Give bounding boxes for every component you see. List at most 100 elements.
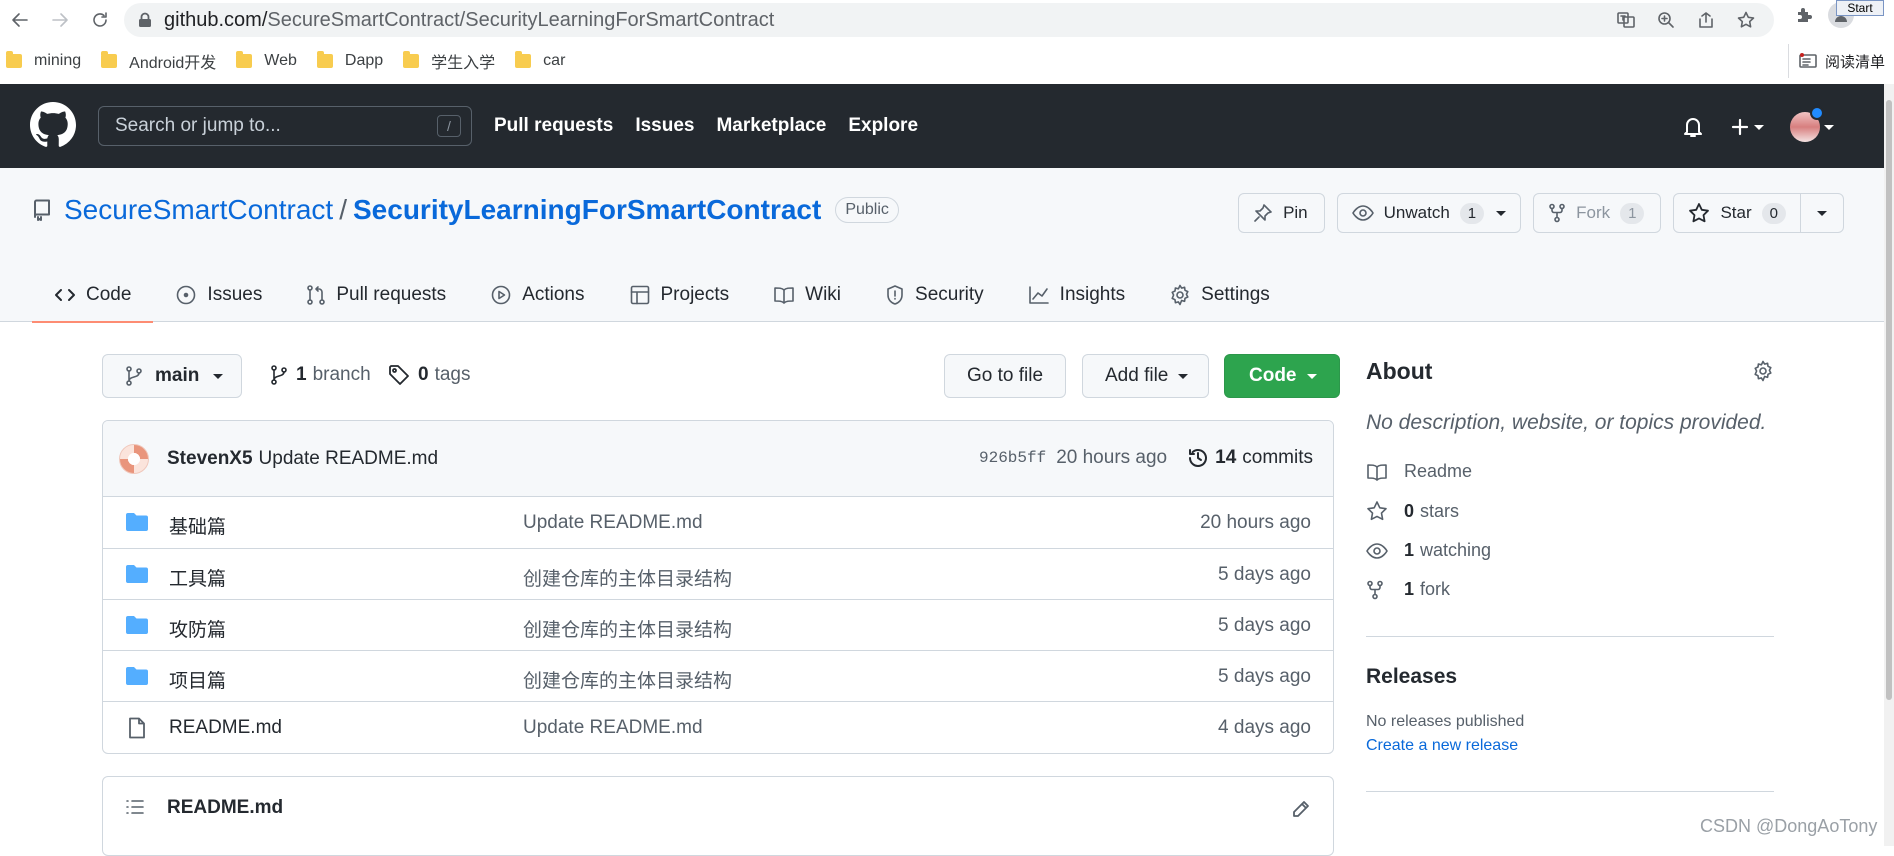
code-button[interactable]: Code bbox=[1224, 354, 1340, 398]
branch-count: 1 bbox=[296, 364, 307, 385]
watching-link[interactable]: 1 watching bbox=[1366, 540, 1774, 561]
translate-icon[interactable] bbox=[1612, 8, 1640, 32]
bookmark-students[interactable]: 学生入学 bbox=[403, 49, 495, 73]
avatar[interactable] bbox=[119, 443, 149, 474]
user-menu[interactable] bbox=[1790, 106, 1834, 142]
file-icon bbox=[125, 717, 149, 739]
commits-link[interactable]: 14 commits bbox=[1187, 447, 1313, 469]
bookmark-car[interactable]: car bbox=[515, 51, 565, 70]
forks-link[interactable]: 1 fork bbox=[1366, 579, 1774, 600]
tab-security[interactable]: Security bbox=[863, 268, 1006, 322]
file-name[interactable]: 基础篇 bbox=[169, 512, 226, 539]
forward-icon[interactable] bbox=[40, 0, 80, 40]
file-commit-message[interactable]: 创建仓库的主体目录结构 bbox=[523, 615, 732, 642]
star-icon bbox=[1688, 202, 1710, 224]
tab-settings[interactable]: Settings bbox=[1147, 268, 1292, 322]
readme-label: Readme bbox=[1404, 461, 1473, 481]
gear-icon bbox=[1169, 284, 1191, 306]
bookmark-android[interactable]: Android开发 bbox=[101, 49, 216, 73]
file-name[interactable]: 攻防篇 bbox=[169, 615, 226, 642]
unwatch-button[interactable]: Unwatch 1 bbox=[1336, 193, 1522, 233]
file-commit-message[interactable]: Update README.md bbox=[523, 512, 703, 534]
bookmark-mining[interactable]: mining bbox=[6, 51, 81, 70]
nav-explore[interactable]: Explore bbox=[848, 115, 918, 137]
branch-selector[interactable]: main bbox=[102, 354, 243, 398]
url-text[interactable]: github.com/SecureSmartContract/SecurityL… bbox=[164, 9, 774, 32]
file-row[interactable]: 项目篇 创建仓库的主体目录结构 5 days ago bbox=[103, 650, 1333, 701]
tab-code[interactable]: Code bbox=[32, 268, 154, 323]
star-list-dropdown[interactable] bbox=[1800, 194, 1843, 232]
fork-button[interactable]: Fork 1 bbox=[1533, 193, 1662, 233]
bookmark-star-icon[interactable] bbox=[1732, 8, 1760, 32]
notification-dot-icon bbox=[1810, 106, 1824, 120]
go-to-file-button[interactable]: Go to file bbox=[944, 354, 1067, 398]
reading-list[interactable]: 阅读清单 bbox=[1788, 44, 1885, 78]
github-logo-icon[interactable] bbox=[30, 102, 76, 148]
file-row[interactable]: 攻防篇 创建仓库的主体目录结构 5 days ago bbox=[103, 599, 1333, 650]
star-label: Star bbox=[1720, 203, 1752, 222]
back-icon[interactable] bbox=[0, 0, 40, 40]
tab-projects[interactable]: Projects bbox=[607, 268, 752, 322]
share-icon[interactable] bbox=[1692, 8, 1720, 32]
tags-link[interactable]: 0 tags bbox=[388, 364, 471, 386]
repo-owner-link[interactable]: SecureSmartContract bbox=[64, 194, 333, 226]
bookmark-dapp[interactable]: Dapp bbox=[316, 51, 383, 70]
bell-icon[interactable] bbox=[1682, 115, 1704, 139]
branches-link[interactable]: 1 branch bbox=[270, 364, 371, 386]
folder-icon bbox=[515, 51, 532, 68]
nav-pull-requests[interactable]: Pull requests bbox=[494, 115, 613, 137]
nav-issues[interactable]: Issues bbox=[635, 115, 694, 137]
lock-icon[interactable] bbox=[138, 12, 152, 28]
search-input[interactable]: Search or jump to... / bbox=[98, 106, 472, 146]
about-description: No description, website, or topics provi… bbox=[1366, 411, 1767, 434]
readme-title[interactable]: README.md bbox=[167, 797, 283, 819]
stars-link[interactable]: 0 stars bbox=[1366, 500, 1774, 522]
file-row[interactable]: 基础篇 Update README.md 20 hours ago bbox=[103, 497, 1333, 548]
commit-author[interactable]: StevenX5 bbox=[167, 448, 253, 470]
chevron-down-icon bbox=[1178, 373, 1189, 379]
file-commit-message[interactable]: 创建仓库的主体目录结构 bbox=[523, 564, 732, 591]
eye-icon bbox=[1351, 204, 1374, 222]
tab-wiki[interactable]: Wiki bbox=[751, 268, 863, 322]
bookmark-web[interactable]: Web bbox=[236, 51, 297, 70]
chevron-down-icon bbox=[1306, 373, 1317, 379]
tab-insights[interactable]: Insights bbox=[1006, 268, 1147, 322]
repo-name-link[interactable]: SecurityLearningForSmartContract bbox=[353, 194, 821, 226]
add-file-button[interactable]: Add file bbox=[1082, 354, 1210, 398]
commit-sha[interactable]: 926b5ff bbox=[979, 449, 1046, 467]
pencil-icon[interactable] bbox=[1291, 799, 1311, 819]
commit-message[interactable]: Update README.md bbox=[259, 448, 439, 470]
extensions-icon[interactable] bbox=[1794, 5, 1814, 25]
file-row[interactable]: 工具篇 创建仓库的主体目录结构 5 days ago bbox=[103, 548, 1333, 599]
releases-heading[interactable]: Releases bbox=[1366, 665, 1774, 689]
file-name[interactable]: 工具篇 bbox=[169, 564, 226, 591]
readme-panel: README.md bbox=[102, 776, 1334, 856]
watching-count: 1 bbox=[1404, 540, 1415, 560]
gear-icon[interactable] bbox=[1752, 360, 1774, 382]
pin-button[interactable]: Pin bbox=[1238, 193, 1325, 233]
tab-issues[interactable]: Issues bbox=[153, 268, 284, 322]
create-new-button[interactable] bbox=[1730, 117, 1764, 137]
repo-header: SecureSmartContract / SecurityLearningFo… bbox=[0, 168, 1894, 323]
reload-icon[interactable] bbox=[80, 0, 120, 40]
readme-link[interactable]: Readme bbox=[1366, 461, 1774, 482]
file-row[interactable]: README.md Update README.md 4 days ago bbox=[103, 701, 1333, 752]
nav-marketplace[interactable]: Marketplace bbox=[716, 115, 826, 137]
scrollbar-thumb[interactable] bbox=[1886, 100, 1892, 700]
create-release-link[interactable]: Create a new release bbox=[1366, 737, 1774, 755]
file-commit-message[interactable]: 创建仓库的主体目录结构 bbox=[523, 666, 732, 693]
list-icon[interactable] bbox=[125, 797, 145, 817]
zoom-icon[interactable] bbox=[1652, 8, 1680, 32]
tag-count: 0 bbox=[418, 364, 429, 385]
file-name[interactable]: README.md bbox=[169, 717, 282, 739]
tab-pull-requests[interactable]: Pull requests bbox=[284, 268, 468, 322]
tab-actions[interactable]: Actions bbox=[468, 268, 606, 322]
bookmark-label: Web bbox=[264, 52, 297, 69]
history-icon bbox=[1187, 447, 1209, 469]
star-button[interactable]: Star 0 bbox=[1674, 202, 1800, 224]
file-commit-message[interactable]: Update README.md bbox=[523, 717, 703, 739]
tab-label: Pull requests bbox=[336, 284, 447, 305]
file-name[interactable]: 项目篇 bbox=[169, 666, 226, 693]
file-age: 5 days ago bbox=[1218, 666, 1311, 687]
address-bar[interactable]: github.com/SecureSmartContract/SecurityL… bbox=[124, 3, 1774, 37]
